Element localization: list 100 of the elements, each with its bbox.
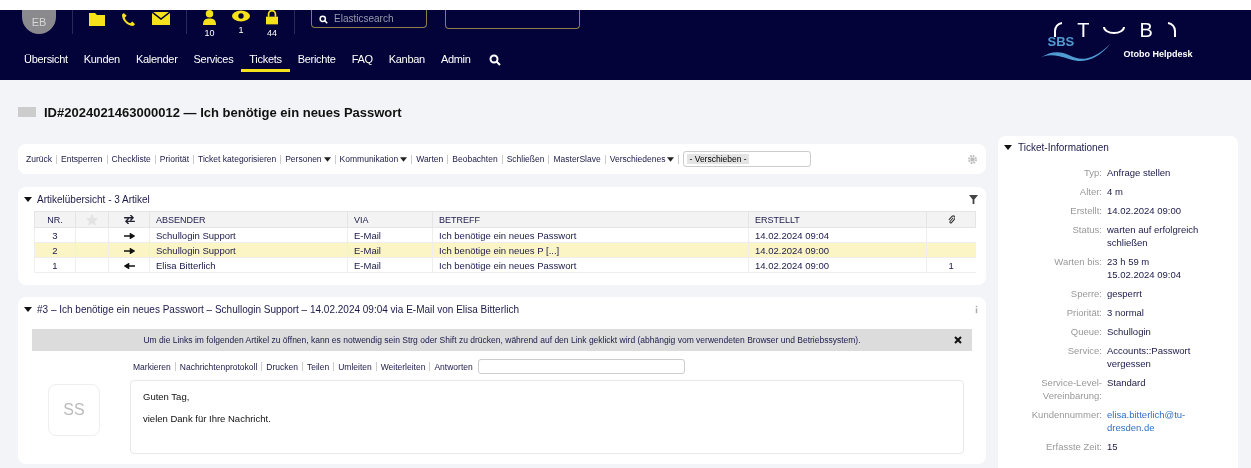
logo-letter: B (1139, 20, 1153, 40)
action-link[interactable]: Beobachten (452, 154, 498, 164)
action-link[interactable]: Schließen (506, 154, 545, 164)
field-label: Erfasste Zeit: (1045, 440, 1102, 453)
caret-icon (1004, 145, 1012, 150)
field-label: Service-Level-Vereinbarung: (1040, 376, 1102, 402)
customer-link[interactable]: elisa.bitterlich@tu- (1107, 408, 1232, 421)
field-value: Standard (1107, 376, 1147, 389)
action-link[interactable]: Verschiedenes (609, 154, 675, 164)
article-title[interactable]: #3 – Ich benötige ein neues Passwort – Schullogin Support – 14.02.2024 09:04 via E-Mail von Elisa Bitterlich (24, 303, 519, 315)
article-action-link[interactable]: Antworten (434, 361, 473, 372)
lock-icon[interactable] (266, 10, 278, 25)
action-link[interactable]: MasterSlave (553, 154, 601, 164)
field-label: Status: (1071, 223, 1102, 237)
search-icon[interactable] (488, 54, 501, 66)
field-value: schließen (1107, 236, 1149, 249)
counter-value: 44 (267, 28, 277, 38)
panel-title[interactable]: Ticket-Informationen (1004, 142, 1232, 153)
article-row[interactable]: 2 Schullogin Support E-Mail Ich benötige ein neues P [...] 14.02.2024 09:00 (34, 242, 976, 258)
table-cell: Schullogin Support (149, 227, 348, 243)
table-cell: Ich benötige ein neues Passwort (432, 227, 749, 243)
table-cell: 14.02.2024 09:00 (748, 257, 927, 273)
search-icon (319, 15, 328, 24)
action-link[interactable]: Checkliste (111, 154, 151, 164)
message-line: Guten Tag, (143, 391, 191, 402)
star-icon[interactable] (85, 212, 99, 227)
paperclip-icon[interactable] (947, 215, 955, 224)
eye-icon[interactable] (232, 10, 250, 22)
input-field[interactable] (445, 10, 580, 29)
column-header[interactable]: ABSENDER (149, 211, 348, 228)
table-cell: Ich benötige ein neues Passwort (432, 257, 749, 273)
nav-tab[interactable]: Kalender (127, 48, 186, 72)
customer-link[interactable]: dresden.de (1107, 421, 1232, 434)
search-field[interactable]: Elasticsearch (311, 10, 427, 28)
action-link[interactable]: Kommunikation (339, 154, 408, 164)
field-label: Kundennummer: (1030, 408, 1102, 422)
action-link[interactable]: Priorität (159, 154, 190, 164)
input-field[interactable] (477, 359, 685, 374)
article-row[interactable]: 1 Elisa Bitterlich E-Mail Ich benötige ein neues Passwort 14.02.2024 09:00 1 (34, 257, 976, 273)
nav-tab[interactable]: FAQ (343, 48, 381, 72)
article-action-link[interactable]: Umleiten (338, 361, 372, 372)
action-link[interactable]: Zurück (26, 154, 52, 164)
smile-icon (1103, 26, 1126, 34)
field-label: Warten bis: (1053, 255, 1102, 269)
field-value: warten auf erfolgreich (1107, 223, 1200, 236)
field-value: gesperrt (1107, 287, 1143, 300)
field-value: 3 normal (1107, 306, 1145, 319)
caret-icon (667, 156, 675, 162)
table-cell: 3 (34, 227, 76, 243)
nav-tab[interactable]: Admin (432, 48, 479, 72)
column-header[interactable]: NR. (34, 211, 76, 228)
ticket-title: ID#2024021463000012 — Ich benötige ein neues Passwort (44, 104, 402, 120)
caret-icon (400, 156, 408, 162)
filter-icon[interactable] (969, 194, 978, 204)
article-action-link[interactable]: Nachrichtenprotokoll (179, 361, 258, 372)
counter-value: 10 (204, 28, 215, 38)
bracket-icon (1166, 22, 1177, 38)
column-header[interactable]: VIA (347, 211, 433, 228)
field-value: 15 (1107, 440, 1119, 453)
notice-text: Um die Links im folgenden Artikel zu öffnen, kann es notwendig sein Strg oder Shift zu drücken, während auf den Link geklickt wird (abhängig vom verwendeten Browser und Betriebssystem). (143, 335, 861, 345)
phone-icon[interactable] (121, 12, 136, 27)
caret-icon (24, 196, 32, 202)
table-cell: Elisa Bitterlich (149, 257, 348, 273)
article-action-link[interactable]: Teilen (306, 361, 330, 372)
article-row[interactable]: 3 Schullogin Support E-Mail Ich benötige ein neues Passwort 14.02.2024 09:04 (34, 227, 976, 243)
column-header[interactable]: ERSTELLT (748, 211, 927, 228)
attachment-count: 1 (948, 259, 954, 271)
column-header[interactable]: BETREFF (432, 211, 749, 228)
close-icon[interactable] (954, 336, 962, 344)
field-value: 23 h 59 m (1107, 255, 1151, 268)
swap-arrows-icon[interactable] (123, 215, 135, 224)
user-icon[interactable] (203, 10, 216, 25)
nav-tab[interactable]: Services (185, 48, 242, 72)
sender-avatar: SS (48, 384, 100, 436)
field-value: 15.02.2024 09:04 (1107, 268, 1182, 281)
field-label: Alter: (1078, 185, 1102, 198)
action-link[interactable]: Ticket kategorisieren (198, 154, 277, 164)
action-link[interactable]: Entsperren (61, 154, 103, 164)
field-value: vergessen (1107, 357, 1152, 370)
ticket-color-marker (18, 107, 36, 117)
nav-tab[interactable]: Übersicht (22, 48, 76, 72)
message-line: vielen Dank für Ihre Nachricht. (143, 413, 272, 424)
nav-tab[interactable]: Tickets (241, 48, 290, 72)
field-label: Typ: (1083, 166, 1102, 179)
folder-icon[interactable] (89, 12, 105, 26)
action-link[interactable]: Warten (416, 154, 444, 164)
article-action-link[interactable]: Weiterleiten (380, 361, 426, 372)
article-action-link[interactable]: Drucken (266, 361, 298, 372)
panel-title[interactable]: Artikelübersicht - 3 Artikel (24, 193, 150, 205)
logo-badge-text: SBS (1047, 34, 1076, 49)
article-action-link[interactable]: Markieren (133, 361, 171, 372)
queue-select[interactable]: - Verschieben - (683, 151, 812, 167)
nav-tab[interactable]: Kunden (75, 48, 128, 72)
nav-tab[interactable]: Berichte (289, 48, 344, 72)
field-label: Priorität: (1065, 306, 1102, 319)
mail-icon[interactable] (152, 12, 170, 25)
arrow-right-icon (123, 232, 135, 239)
field-value: Anfrage stellen (1107, 166, 1172, 179)
action-link[interactable]: Personen (285, 154, 331, 164)
nav-tab[interactable]: Kanban (380, 48, 433, 72)
